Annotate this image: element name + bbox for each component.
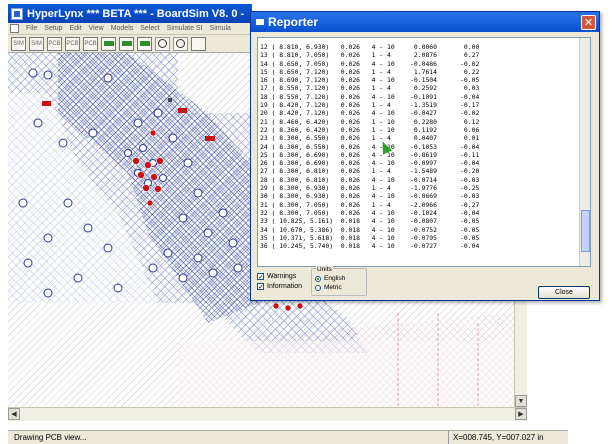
- warnings-checkbox-row[interactable]: ✓ Warnings: [257, 271, 302, 281]
- information-label: Information: [267, 282, 303, 290]
- main-window-title: HyperLynx *** BETA *** - BoardSim V8. 0 …: [27, 7, 245, 20]
- report-row: 14 ( 8.650, 7.050) 0.026 4 - 10 -0.0486 …: [260, 59, 480, 68]
- warnings-label: Warnings: [267, 272, 297, 280]
- toolbar: SIM SIM PCB PCB PCB: [8, 35, 252, 53]
- scroll-right-icon[interactable]: ▶: [515, 408, 527, 420]
- menu-simulate-si[interactable]: Simulate SI: [167, 25, 203, 32]
- report-lines: 12 ( 8.810, 6.930) 0.026 4 - 10 0.0060 0…: [260, 43, 580, 250]
- pcb-button-2[interactable]: PCB: [65, 36, 80, 51]
- report-row: 15 ( 8.650, 7.120) 0.026 1 - 4 1.7614 0.…: [260, 67, 480, 76]
- status-bar: Drawing PCB view... X=008.745, Y=007.027…: [8, 430, 568, 444]
- close-icon[interactable]: ✕: [581, 14, 596, 30]
- report-options: ✓ Warnings ✓ Information: [257, 271, 302, 291]
- report-row: 29 ( 8.300, 6.930) 0.026 1 - 4 -1.9776 -…: [260, 184, 480, 193]
- scroll-left-icon[interactable]: ◀: [8, 408, 20, 420]
- document-icon[interactable]: [10, 24, 19, 33]
- window-icon: [256, 19, 264, 25]
- pcb-button-1[interactable]: PCB: [47, 36, 62, 51]
- information-checkbox[interactable]: ✓: [257, 282, 264, 290]
- report-row: 17 ( 8.550, 7.120) 0.026 1 - 4 0.2592 0.…: [260, 84, 480, 93]
- information-checkbox-row[interactable]: ✓ Information: [257, 281, 302, 291]
- report-row: 27 ( 8.300, 6.810) 0.026 1 - 4 -1.5489 -…: [260, 167, 480, 176]
- english-radio-row[interactable]: English: [315, 274, 363, 283]
- report-text-area[interactable]: 12 ( 8.810, 6.930) 0.026 4 - 10 0.0060 0…: [257, 37, 591, 267]
- report-row: 35 ( 10.371, 5.618) 0.018 4 - 10 -0.0795…: [260, 233, 480, 242]
- menu-file[interactable]: File: [26, 25, 37, 32]
- english-label: English: [324, 275, 346, 282]
- report-row: 36 ( 10.245, 5.740) 0.018 4 - 10 -0.0727…: [260, 242, 480, 251]
- units-label: Units: [316, 266, 333, 273]
- report-row: 19 ( 8.420, 7.120) 0.026 1 - 4 -1.3519 -…: [260, 101, 480, 110]
- report-row: 31 ( 8.300, 7.050) 0.026 1 - 4 -2.0966 -…: [260, 200, 480, 209]
- report-row: 13 ( 8.810, 7.050) 0.026 1 - 4 2.0876 0.…: [260, 51, 480, 60]
- scroll-down-icon[interactable]: ▼: [515, 395, 527, 407]
- report-row: 26 ( 8.300, 6.690) 0.026 4 - 10 -0.0997 …: [260, 159, 480, 168]
- report-row: 28 ( 8.300, 6.810) 0.026 4 - 10 -0.0714 …: [260, 175, 480, 184]
- layer-icon-2[interactable]: [119, 36, 134, 51]
- report-row: 30 ( 8.300, 6.930) 0.026 4 - 10 -0.0669 …: [260, 192, 480, 201]
- zoom-fit-icon[interactable]: [191, 36, 206, 51]
- zoom-out-icon[interactable]: [173, 36, 188, 51]
- menu-select[interactable]: Select: [140, 25, 159, 32]
- main-window-titlebar[interactable]: HyperLynx *** BETA *** - BoardSim V8. 0 …: [8, 4, 252, 23]
- report-row: 32 ( 8.300, 7.050) 0.026 4 - 10 -0.1024 …: [260, 208, 480, 217]
- report-row: 22 ( 8.360, 6.420) 0.026 1 - 10 0.1192 0…: [260, 125, 480, 134]
- sim-button-1[interactable]: SIM: [11, 36, 26, 51]
- menu-setup[interactable]: Setup: [44, 25, 62, 32]
- sim-button-2[interactable]: SIM: [29, 36, 44, 51]
- zoom-in-icon[interactable]: [155, 36, 170, 51]
- report-row: 24 ( 8.300, 6.550) 0.026 4 - 10 -0.1053 …: [260, 142, 480, 151]
- report-row: 34 ( 10.670, 5.386) 0.018 4 - 10 -0.0752…: [260, 225, 480, 234]
- app-icon: [11, 7, 23, 20]
- metric-radio[interactable]: [315, 284, 321, 291]
- reporter-dialog: Reporter ✕ 12 ( 8.810, 6.930) 0.026 4 - …: [250, 11, 600, 301]
- report-row: 18 ( 8.550, 7.120) 0.026 4 - 10 -0.1091 …: [260, 92, 480, 101]
- units-group: Units English Metric: [311, 266, 367, 296]
- layer-icon-1[interactable]: [101, 36, 116, 51]
- report-row: 12 ( 8.810, 6.930) 0.026 4 - 10 0.0060 0…: [260, 43, 480, 51]
- report-row: 16 ( 8.690, 7.120) 0.026 4 - 10 -0.1504 …: [260, 76, 480, 85]
- report-row: 20 ( 8.420, 7.120) 0.026 4 - 10 -0.0427 …: [260, 109, 480, 118]
- cursor-coordinates: X=008.745, Y=007.027 in: [448, 431, 544, 444]
- warnings-checkbox[interactable]: ✓: [257, 272, 264, 280]
- menu-simulate[interactable]: Simula: [210, 25, 231, 32]
- menu-edit[interactable]: Edit: [70, 25, 82, 32]
- report-row: 21 ( 8.460, 6.420) 0.026 1 - 10 0.2280 0…: [260, 117, 480, 126]
- layer-stack-icon[interactable]: [137, 36, 152, 51]
- reporter-title: Reporter: [268, 15, 319, 29]
- report-row: 25 ( 8.300, 6.690) 0.026 4 - 10 -0.8619 …: [260, 150, 480, 159]
- menu-bar: File Setup Edit View Models Select Simul…: [8, 23, 252, 35]
- report-scroll-thumb[interactable]: [581, 210, 590, 252]
- reporter-titlebar[interactable]: Reporter ✕: [251, 12, 599, 32]
- english-radio[interactable]: [315, 275, 321, 282]
- menu-view[interactable]: View: [89, 25, 104, 32]
- pcb-button-3[interactable]: PCB: [83, 36, 98, 51]
- report-scrollbar[interactable]: [579, 38, 590, 266]
- menu-models[interactable]: Models: [111, 25, 134, 32]
- main-horizontal-scrollbar[interactable]: ◀ ▶: [8, 407, 527, 421]
- report-row: 33 ( 10.825, 5.161) 0.018 4 - 10 -0.0807…: [260, 217, 480, 226]
- status-message: Drawing PCB view...: [14, 433, 87, 442]
- close-button[interactable]: Close: [538, 286, 590, 299]
- metric-label: Metric: [324, 284, 342, 291]
- report-row: 23 ( 8.300, 6.550) 0.026 1 - 4 0.0407 0.…: [260, 134, 480, 143]
- metric-radio-row[interactable]: Metric: [315, 283, 363, 292]
